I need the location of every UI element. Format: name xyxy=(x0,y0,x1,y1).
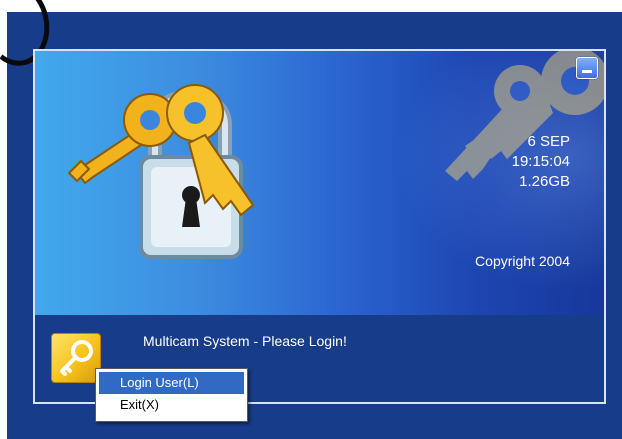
login-prompt: Multicam System - Please Login! xyxy=(143,333,347,349)
context-menu: Login User(L) Exit(X) xyxy=(95,368,248,422)
time-label: 19:15:04 xyxy=(511,153,570,170)
storage-label: 1.26GB xyxy=(519,173,570,190)
status-info: 6 SEP 19:15:04 1.26GB xyxy=(512,132,570,192)
date-label: 6 SEP xyxy=(527,133,570,150)
menu-item-login-user[interactable]: Login User(L) xyxy=(99,372,244,394)
login-panel: 6 SEP 19:15:04 1.26GB Copyright 2004 Mul… xyxy=(33,49,606,404)
menu-item-exit[interactable]: Exit(X) xyxy=(99,394,244,416)
minimize-button[interactable] xyxy=(576,57,598,79)
key-login-icon xyxy=(60,340,93,376)
banner: 6 SEP 19:15:04 1.26GB Copyright 2004 xyxy=(35,51,604,315)
login-button[interactable] xyxy=(51,333,101,383)
copyright-text: Copyright 2004 xyxy=(475,253,570,269)
lock-keys-icon xyxy=(67,84,255,259)
app-window: 6 SEP 19:15:04 1.26GB Copyright 2004 Mul… xyxy=(0,0,622,439)
